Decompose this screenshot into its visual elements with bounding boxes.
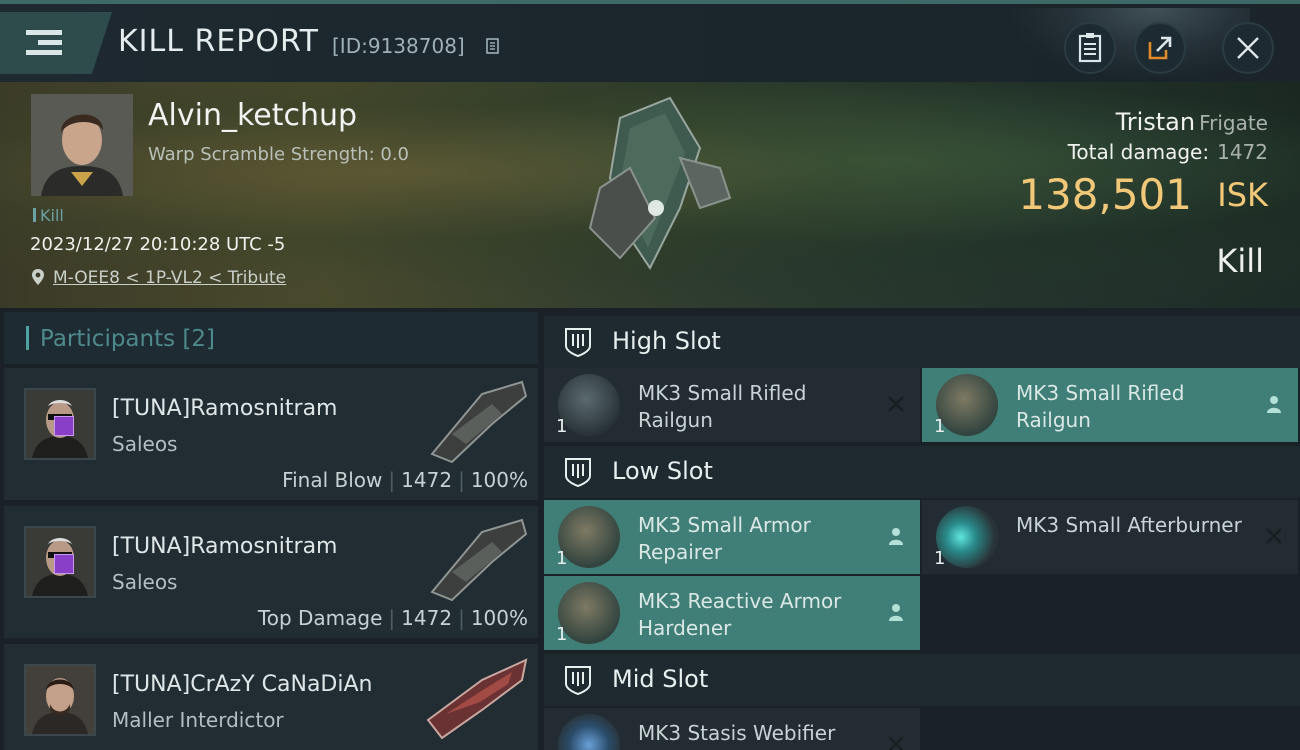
destroyed-icon	[1266, 528, 1282, 544]
high-slot-icon	[565, 328, 591, 358]
victim-ship-render	[588, 96, 732, 270]
module-quantity: 1	[934, 548, 946, 569]
menu-icon	[26, 30, 62, 35]
pilot-avatar	[31, 94, 133, 196]
report-button[interactable]	[1064, 22, 1116, 74]
participant-row[interactable]: [TUNA]Ramosnitram Saleos Final Blow | 1472…	[4, 368, 538, 500]
destroyed-icon	[888, 396, 904, 412]
mid-slot-icon	[565, 666, 591, 696]
module-name: MK3 Small Rifled Railgun	[1016, 381, 1185, 432]
participant-ship-image	[430, 380, 528, 464]
clipboard-icon	[1078, 33, 1102, 63]
module-item[interactable]: 1 MK3 Reactive Armor Hardener	[544, 576, 920, 650]
participants-header: Participants [2]	[4, 312, 538, 364]
low-slot-icon	[565, 458, 591, 488]
module-name: MK3 Small Afterburner	[1016, 513, 1242, 537]
participant-ship-image	[426, 658, 528, 740]
participant-name: [TUNA]Ramosnitram	[112, 534, 338, 559]
dropped-person-icon	[889, 528, 903, 545]
close-icon	[1237, 37, 1259, 59]
high-slot-header: High Slot	[544, 316, 1300, 368]
module-name: MK3 Stasis Webifier	[638, 721, 836, 745]
share-icon	[1148, 36, 1172, 60]
stasis-webifier-icon	[558, 714, 620, 750]
low-slot-header: Low Slot	[544, 446, 1300, 498]
isk-value: 138,501	[1018, 170, 1192, 219]
high-slot-title: High Slot	[612, 327, 721, 355]
module-name: MK3 Small Armor Repairer	[638, 513, 811, 564]
total-damage: Total damage: 1472	[1067, 140, 1268, 164]
mid-slot-header: Mid Slot	[544, 654, 1300, 706]
participant-ship: Saleos	[112, 570, 178, 594]
module-quantity: 1	[556, 624, 568, 645]
participant-avatar	[24, 664, 96, 736]
dropped-person-icon	[1267, 396, 1281, 413]
module-name: MK3 Small Rifled Railgun	[638, 381, 807, 432]
mid-slot-title: Mid Slot	[612, 665, 709, 693]
module-item[interactable]: 1 MK3 Small Rifled Railgun	[544, 368, 920, 442]
module-name: MK3 Reactive Armor Hardener	[638, 589, 842, 640]
victim-name[interactable]: Alvin_ketchup	[148, 98, 357, 133]
page-title: KILL REPORT	[118, 24, 319, 59]
participant-ship-image	[430, 518, 528, 602]
participant-ship: Maller Interdictor	[112, 708, 284, 732]
kill-result: Kill	[1216, 242, 1264, 280]
warp-scramble-strength: Warp Scramble Strength: 0.0	[148, 144, 410, 165]
planet-backdrop	[1010, 8, 1250, 78]
participant-name: [TUNA]Ramosnitram	[112, 396, 338, 421]
share-button[interactable]	[1134, 22, 1186, 74]
module-quantity: 1	[934, 416, 946, 437]
module-item[interactable]: 1 MK3 Small Rifled Railgun	[922, 368, 1298, 442]
module-quantity: 1	[556, 548, 568, 569]
location-link[interactable]: M-OEE8 < 1P-VL2 < Tribute	[53, 268, 286, 288]
participant-stats: Final Blow | 1472 | 100%	[282, 468, 528, 492]
kill-tag: Kill	[33, 206, 64, 225]
header-bar: KILL REPORT [ID:9138708]	[0, 4, 1300, 82]
module-item[interactable]: MK3 Stasis Webifier	[544, 708, 920, 750]
module-item[interactable]: 1 MK3 Small Afterburner	[922, 500, 1298, 574]
participant-row[interactable]: [TUNA]CrAzY CaNaDiAn Maller Interdictor	[4, 644, 538, 750]
kill-id: [ID:9138708]	[332, 34, 465, 58]
kill-timestamp: 2023/12/27 20:10:28 UTC -5	[30, 234, 286, 255]
participants-title: Participants [2]	[40, 326, 215, 352]
dropped-person-icon	[889, 604, 903, 621]
isk-unit: ISK	[1217, 176, 1268, 214]
participant-badge-icon	[54, 554, 74, 574]
participant-badge-icon	[54, 416, 74, 436]
victim-portrait[interactable]	[31, 94, 133, 196]
close-button[interactable]	[1222, 22, 1274, 74]
participant-ship: Saleos	[112, 432, 178, 456]
participant-row[interactable]: [TUNA]Ramosnitram Saleos Top Damage | 1472…	[4, 506, 538, 638]
location-pin-icon	[32, 269, 44, 285]
module-item[interactable]: 1 MK3 Small Armor Repairer	[544, 500, 920, 574]
module-quantity: 1	[556, 416, 568, 437]
victim-ship[interactable]: Tristan Frigate	[1116, 108, 1268, 136]
participant-stats: Top Damage | 1472 | 100%	[257, 606, 528, 630]
copy-icon[interactable]	[486, 38, 502, 56]
victim-banner: Alvin_ketchup Warp Scramble Strength: 0.…	[0, 82, 1300, 308]
participant-name: [TUNA]CrAzY CaNaDiAn	[112, 672, 373, 697]
low-slot-title: Low Slot	[612, 457, 713, 485]
destroyed-icon	[888, 736, 904, 750]
menu-button[interactable]	[0, 12, 112, 74]
